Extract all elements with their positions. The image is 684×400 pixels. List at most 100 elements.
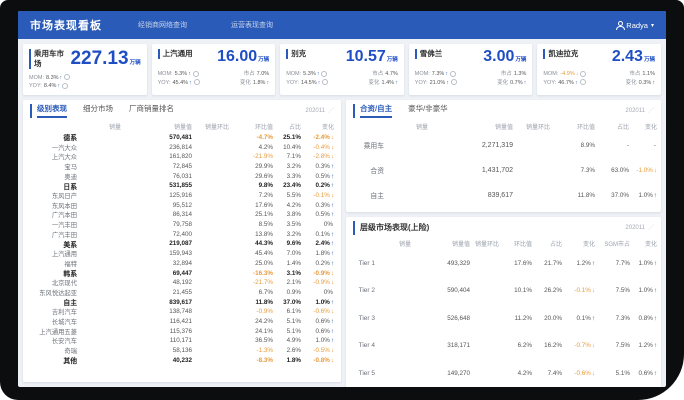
panel-tab[interactable]: 豪华/非豪华 bbox=[408, 103, 448, 118]
share-value: 0.9% bbox=[273, 289, 301, 296]
table-row[interactable]: Tier 3 526,648 11.2% 20.0% 0.1%↑ 7.3% 0.… bbox=[353, 305, 654, 333]
share-value: 3.1% bbox=[273, 270, 301, 277]
nav-tab[interactable]: 经销商网络查询 bbox=[138, 20, 187, 30]
table-row[interactable]: 上汽通用五菱 115,376 24.1% 5.1% 0.6%↑ bbox=[30, 326, 334, 336]
table-row[interactable]: 奥迪 76,031 29.6% 3.3% 0.5%↑ bbox=[30, 171, 334, 181]
table-row[interactable]: 乘用车 2,271,319 8.9% - - bbox=[353, 133, 654, 158]
info-icon[interactable] bbox=[580, 71, 586, 77]
table-row[interactable]: 美系 219,087 44.3% 9.6% 2.4%↑ bbox=[30, 239, 334, 249]
share-value: - bbox=[595, 142, 629, 149]
period-label: 202011 bbox=[625, 108, 645, 114]
table-row[interactable]: 自主 839,617 11.8% 37.0% 1.0%↑ bbox=[30, 297, 334, 307]
sales-value: 48,192 bbox=[148, 279, 192, 286]
table-row[interactable]: 合资 1,431,702 7.3% 63.0% -1.0%↓ bbox=[353, 158, 654, 183]
change-value: 1.0%↑ bbox=[629, 192, 657, 199]
change-value: 0.2%↑ bbox=[301, 182, 334, 189]
info-icon[interactable] bbox=[62, 83, 68, 89]
share-value: 2.1% bbox=[273, 279, 301, 286]
table-row[interactable]: 日系 531,855 9.8% 23.4% 0.2%↑ bbox=[30, 181, 334, 191]
table-row[interactable]: 福特 32,894 25.0% 1.4% 0.2%↑ bbox=[30, 258, 334, 268]
table-row[interactable]: 上汽通用 159,943 45.4% 7.0% 1.8%↑ bbox=[30, 249, 334, 259]
table-row[interactable]: 东风本田 95,512 17.6% 4.2% 0.3%↑ bbox=[30, 200, 334, 210]
table-row[interactable]: 上汽大众 161,820 -21.9% 7.1% -2.8%↓ bbox=[30, 152, 334, 162]
joint-vs-domestic-panel: 合资/自主豪华/非豪华 202011 ⋰ 销量 销量值 销量环比 环比值 占比 … bbox=[346, 100, 661, 212]
row-label: 广汽丰田 bbox=[30, 230, 82, 239]
kpi-card[interactable]: 雪佛兰 3.00万辆 MOM:7.3%↑ YOY:21.0%↑ 市占1.3% 变… bbox=[409, 44, 533, 95]
trend-arrow-icon: ↓ bbox=[331, 270, 334, 277]
table-row[interactable]: Tier 5 149,270 4.2% 7.4% -0.6%↓ 5.1% 0.6… bbox=[353, 360, 654, 387]
change-value: 1.0%↑ bbox=[301, 337, 334, 344]
table-row[interactable]: Tier 2 590,404 10.1% 26.2% -0.1%↓ 7.5% 1… bbox=[353, 277, 654, 305]
sales-value: 236,814 bbox=[148, 144, 192, 151]
kpi-mom: MOM:5.3%↑ bbox=[158, 70, 200, 79]
info-icon[interactable] bbox=[321, 71, 327, 77]
table-row[interactable]: 一汽大众 236,814 4.2% 10.4% -0.4%↓ bbox=[30, 142, 334, 152]
kpi-card[interactable]: 凯迪拉克 2.43万辆 MOM:-4.9%↓ YOY:46.7%↑ 市占1.1%… bbox=[537, 44, 661, 95]
table-row[interactable]: 其他 40,232 -8.3% 1.8% -0.8%↓ bbox=[30, 355, 334, 365]
change-value: -0.9%↓ bbox=[301, 279, 334, 286]
mom-value: 25.1% bbox=[242, 211, 273, 218]
panel-tab[interactable]: 厂商销量排名 bbox=[129, 103, 174, 118]
expand-icon[interactable]: ⋰ bbox=[648, 107, 654, 114]
sales-value: 149,270 bbox=[430, 370, 470, 377]
trend-arrow-icon: ↑ bbox=[445, 71, 448, 77]
change-value: -0.7%↓ bbox=[562, 342, 595, 349]
table-row[interactable]: 东风悦达起亚 21,455 6.7% 0.9% 0% bbox=[30, 288, 334, 298]
table-row[interactable]: 奇瑞 58,136 -1.3% 2.6% -0.5%↓ bbox=[30, 346, 334, 356]
panel-tab[interactable]: 合资/自主 bbox=[360, 103, 392, 118]
info-icon[interactable] bbox=[322, 79, 328, 85]
table-row[interactable]: 宝马 72,845 29.9% 3.2% 0.3%↑ bbox=[30, 162, 334, 172]
table-row[interactable]: 自主 839,617 11.8% 37.0% 1.0%↑ bbox=[353, 183, 654, 208]
panel-tab[interactable]: 级别表现 bbox=[37, 103, 67, 118]
table-row[interactable]: 北京现代 48,192 -21.7% 2.1% -0.9%↓ bbox=[30, 278, 334, 288]
mom-value: 6.7% bbox=[242, 289, 273, 296]
sgm-share-value: 7.3% bbox=[595, 315, 630, 322]
table-row[interactable]: 德系 570,481 -4.7% 25.1% -2.4%↓ bbox=[30, 133, 334, 143]
mom-value: 8.9% bbox=[563, 142, 595, 149]
sales-value: 95,512 bbox=[148, 202, 192, 209]
table-row[interactable]: 广汽本田 86,314 25.1% 3.8% 0.5%↑ bbox=[30, 210, 334, 220]
table-row[interactable]: 一汽丰田 79,758 8.5% 3.5% 0% bbox=[30, 220, 334, 230]
kpi-card[interactable]: 乘用车市场 227.13万辆 MOM:8.3%↑ YOY:8.4%↑ bbox=[23, 44, 147, 95]
expand-icon[interactable]: ⋰ bbox=[328, 107, 334, 114]
info-icon[interactable] bbox=[64, 74, 70, 80]
app-title: 市场表现看板 bbox=[30, 17, 102, 33]
table-row[interactable]: 广汽丰田 72,400 13.8% 3.2% 0.1%↑ bbox=[30, 229, 334, 239]
table-row[interactable]: 吉利汽车 138,748 -0.9% 6.1% -0.6%↓ bbox=[30, 307, 334, 317]
kpi-card[interactable]: 上汽通用 16.00万辆 MOM:5.3%↑ YOY:45.4%↑ 市占7.0%… bbox=[152, 44, 276, 95]
change-value: 0.2%↑ bbox=[301, 260, 334, 267]
sales-value: 159,943 bbox=[148, 250, 192, 257]
mom-value: 25.0% bbox=[242, 260, 273, 267]
table-row[interactable]: 长安汽车 110,171 36.5% 4.9% 1.0%↑ bbox=[30, 336, 334, 346]
mom-value: 6.2% bbox=[504, 342, 532, 349]
mom-value: -16.3% bbox=[242, 270, 273, 277]
table-row[interactable]: Tier 1 493,329 17.6% 21.7% 1.2%↑ 7.7% 1.… bbox=[353, 250, 654, 278]
share-value: 6.1% bbox=[273, 308, 301, 315]
info-icon[interactable] bbox=[194, 79, 200, 85]
row-label: 广汽本田 bbox=[30, 210, 82, 219]
trend-arrow-icon: ↓ bbox=[331, 134, 334, 141]
table-row[interactable]: 东风日产 125,916 7.2% 5.5% -0.1%↓ bbox=[30, 191, 334, 201]
user-menu[interactable]: Radya ▾ bbox=[615, 21, 654, 30]
expand-icon[interactable]: ⋰ bbox=[648, 224, 654, 231]
share-value: 3.5% bbox=[273, 221, 301, 228]
table-row[interactable]: 韩系 69,447 -16.3% 3.1% -0.9%↓ bbox=[30, 268, 334, 278]
panel-tab[interactable]: 细分市场 bbox=[83, 103, 113, 118]
table-row[interactable]: 长城汽车 116,421 24.2% 5.1% 0.6%↑ bbox=[30, 317, 334, 327]
sales-value: 115,376 bbox=[148, 328, 192, 335]
kpi-card[interactable]: 别克 10.57万辆 MOM:5.3%↑ YOY:14.5%↑ 市占4.7% 变… bbox=[280, 44, 404, 95]
info-icon[interactable] bbox=[193, 71, 199, 77]
info-icon[interactable] bbox=[580, 79, 586, 85]
table-row[interactable]: Tier 4 318,171 6.2% 16.2% -0.7%↓ 7.5% 1.… bbox=[353, 332, 654, 360]
info-icon[interactable] bbox=[451, 79, 457, 85]
share-value: 7.0% bbox=[273, 250, 301, 257]
trend-arrow-icon: ↓ bbox=[331, 357, 334, 364]
nav-tab[interactable]: 运营表现查询 bbox=[231, 20, 273, 30]
info-icon[interactable] bbox=[450, 71, 456, 77]
kpi-mom: MOM:-4.9%↓ bbox=[543, 70, 586, 79]
mom-value: -4.7% bbox=[242, 134, 273, 141]
trend-arrow-icon: ↑ bbox=[189, 80, 192, 86]
kpi-share-change: 变化1.4%↑ bbox=[368, 79, 397, 88]
share-value: 3.8% bbox=[273, 211, 301, 218]
sales-value: 1,431,702 bbox=[455, 167, 513, 174]
